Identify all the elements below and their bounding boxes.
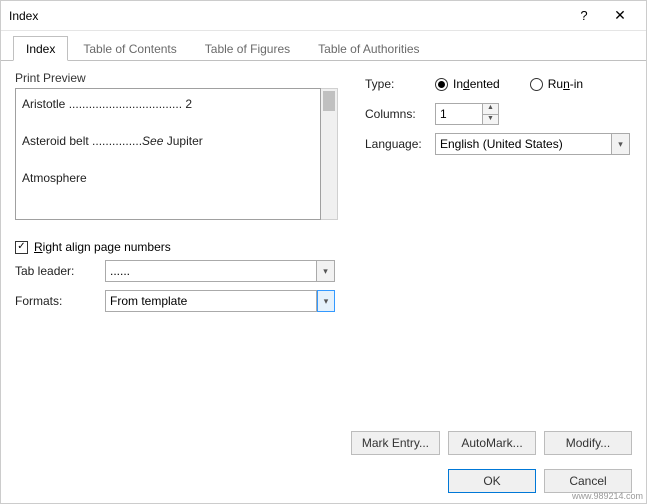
right-align-checkbox-row[interactable]: ✓ Right align page numbers [15, 240, 632, 254]
radio-dot-icon [530, 78, 543, 91]
type-runin-text: Run-in [548, 77, 583, 91]
t-run-suf: -in [570, 77, 583, 91]
titlebar: Index ? ✕ [1, 1, 646, 31]
right-align-checkbox[interactable]: ✓ [15, 241, 28, 254]
columns-label: Columns: [365, 107, 435, 121]
type-runin-radio[interactable]: Run-in [530, 77, 583, 91]
lower-form: Tab leader: ▾ Formats: ▾ [15, 258, 632, 314]
automark-button[interactable]: AutoMark... [448, 431, 536, 455]
modify-button[interactable]: Modify... [544, 431, 632, 455]
preview-leader-1: .................................. [65, 97, 185, 111]
language-value[interactable] [435, 133, 612, 155]
print-preview-box: Aristotle ..............................… [15, 88, 321, 220]
chevron-down-icon[interactable]: ▾ [317, 290, 335, 312]
t-ind-pre: In [453, 77, 463, 91]
preview-see: See [142, 134, 163, 148]
type-label: Type: [365, 77, 435, 91]
ok-button[interactable]: OK [448, 469, 536, 493]
help-button[interactable]: ? [566, 8, 602, 23]
columns-spinner[interactable]: ▲ ▼ [435, 103, 499, 125]
tab-table-of-authorities[interactable]: Table of Authorities [305, 36, 432, 60]
type-indented-text: Indented [453, 77, 500, 91]
spinner-down-icon[interactable]: ▼ [483, 114, 499, 126]
formats-value[interactable] [105, 290, 317, 312]
preview-term-1: Aristotle [22, 97, 65, 111]
right-align-label: Right align page numbers [34, 240, 171, 254]
close-button[interactable]: ✕ [602, 7, 638, 24]
formats-label: Formats: [15, 294, 105, 308]
action-button-bar: Mark Entry... AutoMark... Modify... [15, 431, 632, 455]
chevron-down-icon[interactable]: ▾ [612, 133, 630, 155]
tab-leader-value[interactable] [105, 260, 317, 282]
tab-table-of-figures[interactable]: Table of Figures [192, 36, 303, 60]
t-ind-suf: ented [470, 77, 500, 91]
preview-line-1: Aristotle ..............................… [22, 91, 314, 114]
cancel-button[interactable]: Cancel [544, 469, 632, 493]
watermark: www.989214.com [572, 491, 643, 501]
preview-leader-2: ............... [89, 134, 142, 148]
columns-input[interactable] [435, 103, 483, 125]
tab-leader-combo[interactable]: ▾ [105, 260, 335, 282]
ok-cancel-bar: OK Cancel [15, 469, 632, 493]
mark-entry-button[interactable]: Mark Entry... [351, 431, 440, 455]
ra-u: R [34, 240, 43, 254]
tab-table-of-contents[interactable]: Table of Contents [70, 36, 189, 60]
scrollbar-thumb[interactable] [323, 91, 335, 111]
preview-line-3: Atmosphere [22, 165, 314, 188]
preview-term-3: Atmosphere [22, 171, 87, 185]
tab-content: Print Preview Aristotle ................… [1, 61, 646, 503]
chevron-down-icon[interactable]: ▾ [317, 260, 335, 282]
radio-dot-icon [435, 78, 448, 91]
preview-term-2: Asteroid belt [22, 134, 89, 148]
ra-suf: ight align page numbers [43, 240, 171, 254]
language-combo[interactable]: ▾ [435, 133, 630, 155]
index-dialog: Index ? ✕ Index Table of Contents Table … [0, 0, 647, 504]
options-column: Type: Indented Run-in Columns: ▲ ▼ [365, 71, 630, 161]
preview-line-2: Asteroid belt ...............See Jupiter [22, 128, 314, 151]
type-indented-radio[interactable]: Indented [435, 77, 500, 91]
t-run-u: n [563, 77, 570, 91]
tab-index[interactable]: Index [13, 36, 68, 61]
language-label: Language: [365, 137, 435, 151]
spinner-up-icon[interactable]: ▲ [483, 103, 499, 114]
preview-ref-2: Jupiter [163, 134, 202, 148]
t-ind-u: d [463, 77, 470, 91]
tab-leader-label: Tab leader: [15, 264, 105, 278]
preview-scrollbar[interactable] [321, 88, 338, 220]
dialog-title: Index [9, 9, 566, 23]
formats-combo[interactable]: ▾ [105, 290, 335, 312]
preview-page-1: 2 [185, 97, 192, 111]
t-run-pre: Ru [548, 77, 563, 91]
tab-bar: Index Table of Contents Table of Figures… [1, 33, 646, 61]
